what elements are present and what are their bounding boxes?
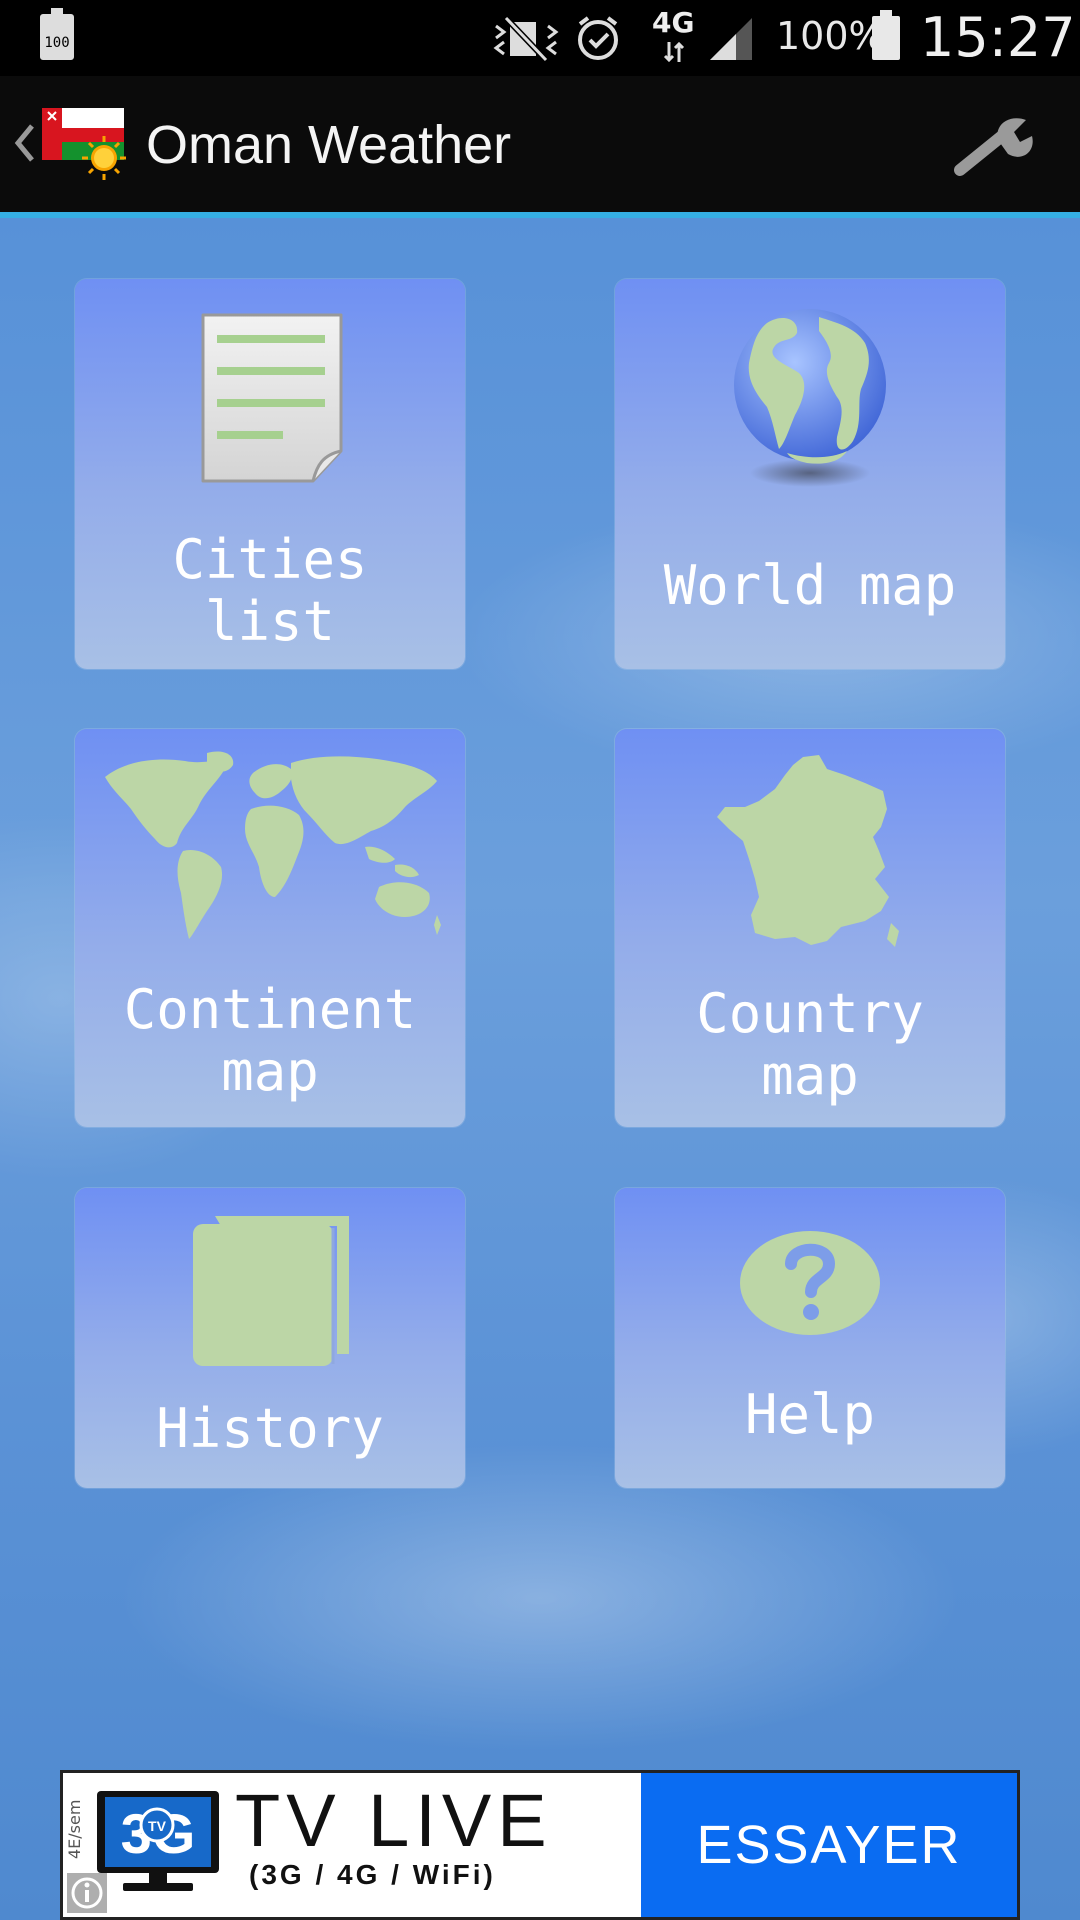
country-map-tile[interactable]: Country map <box>615 729 1005 1127</box>
ad-headline: TV LIVE <box>235 1779 553 1862</box>
document-icon <box>201 313 343 483</box>
tile-label: History <box>156 1397 384 1460</box>
book-icon <box>193 1216 349 1366</box>
ad-left-panel[interactable]: 4E/sem 3G TV TV LIVE (3G / 4G / WiFi) <box>63 1773 641 1917</box>
country-map-icon <box>717 755 899 947</box>
wrench-settings-icon[interactable] <box>950 112 1040 182</box>
main-content: Cities list World map Continent map Coun… <box>0 218 1080 1920</box>
clock: 15:27 <box>920 6 1076 69</box>
ad-logo-badge: TV <box>148 1818 167 1834</box>
tile-label: Help <box>744 1383 876 1446</box>
app-title: Oman Weather <box>146 115 512 175</box>
ad-side-text: 4E/sem <box>65 1799 84 1859</box>
battery-small-label: 100 <box>44 35 70 51</box>
action-bar: Oman Weather <box>0 76 1080 218</box>
help-tile[interactable]: Help <box>615 1188 1005 1488</box>
signal-icon <box>710 18 752 60</box>
world-map-tile[interactable]: World map <box>615 279 1005 669</box>
history-tile[interactable]: History <box>75 1188 465 1488</box>
battery-icon <box>872 10 900 60</box>
cities-list-tile[interactable]: Cities list <box>75 279 465 669</box>
tile-label: Continent map <box>123 978 417 1103</box>
continent-map-tile[interactable]: Continent map <box>75 729 465 1127</box>
ad-subline: (3G / 4G / WiFi) <box>249 1859 496 1890</box>
network-type: 4G <box>652 6 695 39</box>
app-logo-icon[interactable] <box>42 106 128 182</box>
ad-banner[interactable]: 4E/sem 3G TV TV LIVE (3G / 4G / WiFi) ES… <box>60 1770 1020 1920</box>
question-icon <box>740 1231 880 1335</box>
info-icon[interactable] <box>67 1873 107 1913</box>
world-map-icon <box>105 751 441 939</box>
data-arrows-icon <box>663 41 685 63</box>
tile-label: Country map <box>696 982 924 1107</box>
tv-3g-logo-icon: 3G TV <box>97 1791 219 1891</box>
battery-percent: 100% <box>776 14 885 58</box>
mute-icon <box>493 15 559 63</box>
globe-icon <box>734 309 886 487</box>
tile-label: Cities list <box>172 528 368 653</box>
tile-label: World map <box>663 554 957 617</box>
alarm-icon <box>578 16 618 60</box>
ad-cta-button[interactable]: ESSAYER <box>641 1773 1017 1917</box>
status-bar: 100 4G 100% 15:27 <box>0 0 1080 76</box>
battery-small-icon: 100 <box>40 8 74 60</box>
back-chevron-icon[interactable] <box>10 118 40 168</box>
